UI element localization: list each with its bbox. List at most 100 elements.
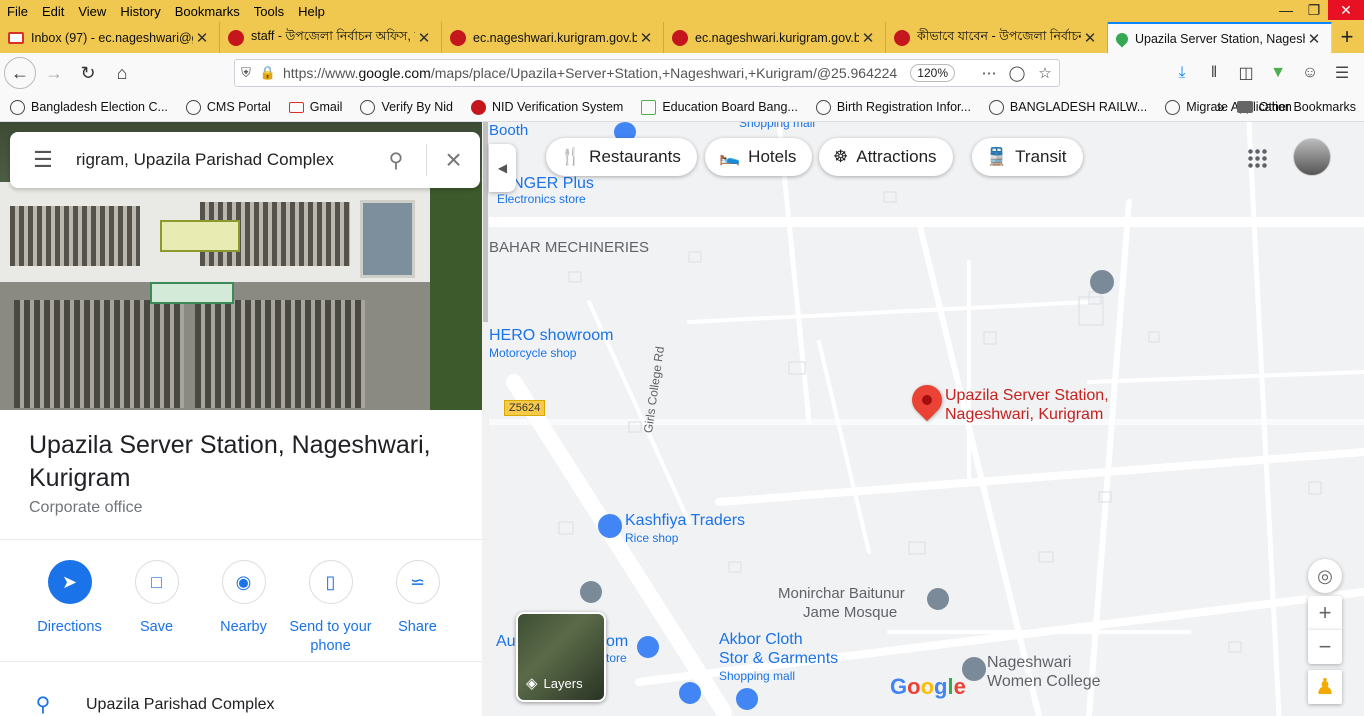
apps-grid-icon[interactable] — [1247, 148, 1269, 170]
reload-button[interactable]: ↻ — [72, 57, 104, 89]
zoom-level[interactable]: 120% — [910, 64, 955, 82]
tab-close-icon[interactable]: ✕ — [415, 29, 433, 47]
chip-hotels[interactable]: 🛌 Hotels — [705, 138, 813, 176]
tab-close-icon[interactable]: ✕ — [193, 29, 211, 47]
map-label-women-1[interactable]: Nageshwari — [987, 654, 1071, 672]
shop-pin-icon[interactable] — [598, 514, 622, 538]
map-label-kashfiya[interactable]: Kashfiya Traders — [625, 512, 745, 530]
landmark-pin-icon[interactable] — [580, 581, 602, 603]
download-icon[interactable]: ⤓ — [1166, 59, 1198, 87]
tab-ec-2[interactable]: ec.nageshwari.kurigram.gov.bd ✕ — [664, 22, 886, 53]
search-icon[interactable]: ⚲ — [366, 148, 426, 173]
minimize-icon[interactable]: — — [1272, 0, 1300, 20]
tab-staff[interactable]: staff - উপজেলা নির্বাচন অফিস, নাগে ✕ — [220, 22, 442, 53]
account-icon[interactable]: ☺ — [1294, 59, 1326, 87]
place-category[interactable]: Corporate office — [29, 499, 143, 517]
directions-button[interactable]: ➤ Directions — [26, 560, 113, 656]
shop-pin-icon[interactable] — [736, 688, 758, 710]
save-button[interactable]: □ Save — [113, 560, 200, 656]
map-label-women-2[interactable]: Women College — [987, 673, 1101, 691]
close-window-icon[interactable]: ✕ — [1328, 0, 1364, 20]
map-canvas[interactable]: Booth Shopping mall SINGER Plus Electron… — [489, 122, 1364, 716]
menu-edit[interactable]: Edit — [35, 4, 71, 19]
hamburger-menu-icon[interactable]: ☰ — [10, 147, 76, 173]
url-bar[interactable]: ⛨ 🔒 https://www.google.com/maps/place/Up… — [234, 59, 1060, 87]
bookmark-item[interactable]: Verify By Nid — [350, 99, 461, 115]
my-location-button[interactable]: ◎ — [1308, 559, 1342, 593]
panel-scrollbar[interactable] — [482, 122, 489, 716]
bookmark-item[interactable]: CMS Portal — [176, 99, 279, 115]
street-view-pegman-icon[interactable]: ♟ — [1308, 670, 1342, 704]
chip-restaurants[interactable]: 🍴 Restaurants — [546, 138, 697, 176]
map-label-mosque-2[interactable]: Jame Mosque — [803, 604, 897, 621]
chevron-right-icon[interactable]: » — [1216, 99, 1224, 116]
menu-view[interactable]: View — [71, 4, 113, 19]
nearby-button[interactable]: ◉ Nearby — [200, 560, 287, 656]
map-label-bahar[interactable]: BAHAR MECHINERIES — [489, 239, 649, 256]
address-text[interactable]: Upazila Parishad Complex — [86, 696, 275, 714]
tab-close-icon[interactable]: ✕ — [1305, 30, 1323, 48]
tab-directions[interactable]: কীভাবে যাবেন - উপজেলা নির্বাচন অ ✕ — [886, 22, 1108, 53]
map-label-booth[interactable]: Booth — [489, 122, 528, 139]
marker-label-line1[interactable]: Upazila Server Station, — [945, 387, 1109, 405]
bookmark-item[interactable]: Education Board Bang... — [631, 99, 806, 115]
bookmark-item[interactable]: Bangladesh Election C... — [0, 99, 176, 115]
menu-history[interactable]: History — [113, 4, 167, 19]
forward-button[interactable]: → — [38, 57, 70, 89]
bookmark-item[interactable]: Gmail — [279, 100, 351, 114]
shop-pin-icon[interactable] — [679, 682, 701, 704]
tab-close-icon[interactable]: ✕ — [637, 29, 655, 47]
phone-icon[interactable]: ▯ — [308, 560, 353, 604]
close-icon[interactable]: × — [426, 144, 480, 176]
tab-maps[interactable]: Upazila Server Station, Nageshw ✕ — [1108, 22, 1332, 53]
bookmark-item[interactable]: NID Verification System — [461, 99, 631, 115]
star-icon[interactable]: ☆ — [1031, 64, 1059, 82]
sidebar-icon[interactable]: ◫ — [1230, 59, 1262, 87]
map-label-akbor-1[interactable]: Akbor Cloth — [719, 631, 803, 649]
menu-tools[interactable]: Tools — [247, 4, 291, 19]
zoom-out-button[interactable]: − — [1308, 630, 1342, 664]
tab-close-icon[interactable]: ✕ — [1081, 29, 1099, 47]
home-button[interactable]: ⌂ — [106, 57, 138, 89]
app-menu-icon[interactable]: ☰ — [1326, 59, 1358, 87]
more-actions-icon[interactable]: ⋯ — [975, 64, 1003, 82]
nearby-icon[interactable]: ◉ — [221, 560, 266, 604]
bookmark-item[interactable]: BANGLADESH RAILW... — [979, 99, 1155, 115]
zoom-in-button[interactable]: + — [1308, 596, 1342, 630]
collapse-panel-button[interactable]: ◀ — [489, 144, 516, 192]
shop-pin-icon[interactable] — [637, 636, 659, 658]
other-bookmarks[interactable]: Other Bookmarks — [1259, 100, 1356, 114]
share-button[interactable]: ⋍ Share — [374, 560, 461, 656]
menu-help[interactable]: Help — [291, 4, 332, 19]
bookmark-item[interactable]: Birth Registration Infor... — [806, 99, 979, 115]
menu-bookmarks[interactable]: Bookmarks — [168, 4, 247, 19]
bookmark-icon[interactable]: □ — [134, 560, 179, 604]
send-to-phone-button[interactable]: ▯ Send to your phone — [287, 560, 374, 656]
maximize-icon[interactable]: ❐ — [1300, 0, 1328, 20]
marker-label-line2[interactable]: Nageshwari, Kurigram — [945, 406, 1103, 424]
new-tab-button[interactable]: + — [1332, 22, 1362, 53]
map-label-akbor-2[interactable]: Stor & Garments — [719, 650, 838, 668]
avatar[interactable] — [1293, 138, 1331, 176]
chip-transit[interactable]: 🚆 Transit — [972, 138, 1083, 176]
lock-icon[interactable]: 🔒 — [257, 65, 279, 81]
tab-ec-1[interactable]: ec.nageshwari.kurigram.gov.bd ✕ — [442, 22, 664, 53]
address-row[interactable]: ⚲ Upazila Parishad Complex — [0, 692, 482, 716]
chip-attractions[interactable]: ☸ Attractions — [819, 138, 953, 176]
map-label-hero[interactable]: HERO showroom — [489, 327, 613, 345]
menu-file[interactable]: File — [0, 4, 35, 19]
map-label-mosque-1[interactable]: Monirchar Baitunur — [778, 585, 905, 602]
search-input[interactable]: rigram, Upazila Parishad Complex — [76, 150, 366, 170]
scrollbar-thumb[interactable] — [483, 122, 488, 322]
layers-button[interactable]: ◈ Layers — [516, 612, 606, 702]
extension-icon[interactable]: ▼ — [1262, 59, 1294, 87]
back-button[interactable]: ← — [4, 57, 36, 89]
url-text[interactable]: https://www.google.com/maps/place/Upazil… — [279, 65, 910, 81]
directions-icon[interactable]: ➤ — [47, 560, 92, 604]
mosque-pin-icon[interactable] — [927, 588, 949, 610]
library-icon[interactable]: ‖ — [1198, 59, 1230, 87]
pocket-icon[interactable]: ◯ — [1003, 64, 1031, 82]
shield-icon[interactable]: ⛨ — [235, 65, 257, 81]
tab-gmail[interactable]: Inbox (97) - ec.nageshwari@gm ✕ — [0, 22, 220, 53]
tab-close-icon[interactable]: ✕ — [859, 29, 877, 47]
